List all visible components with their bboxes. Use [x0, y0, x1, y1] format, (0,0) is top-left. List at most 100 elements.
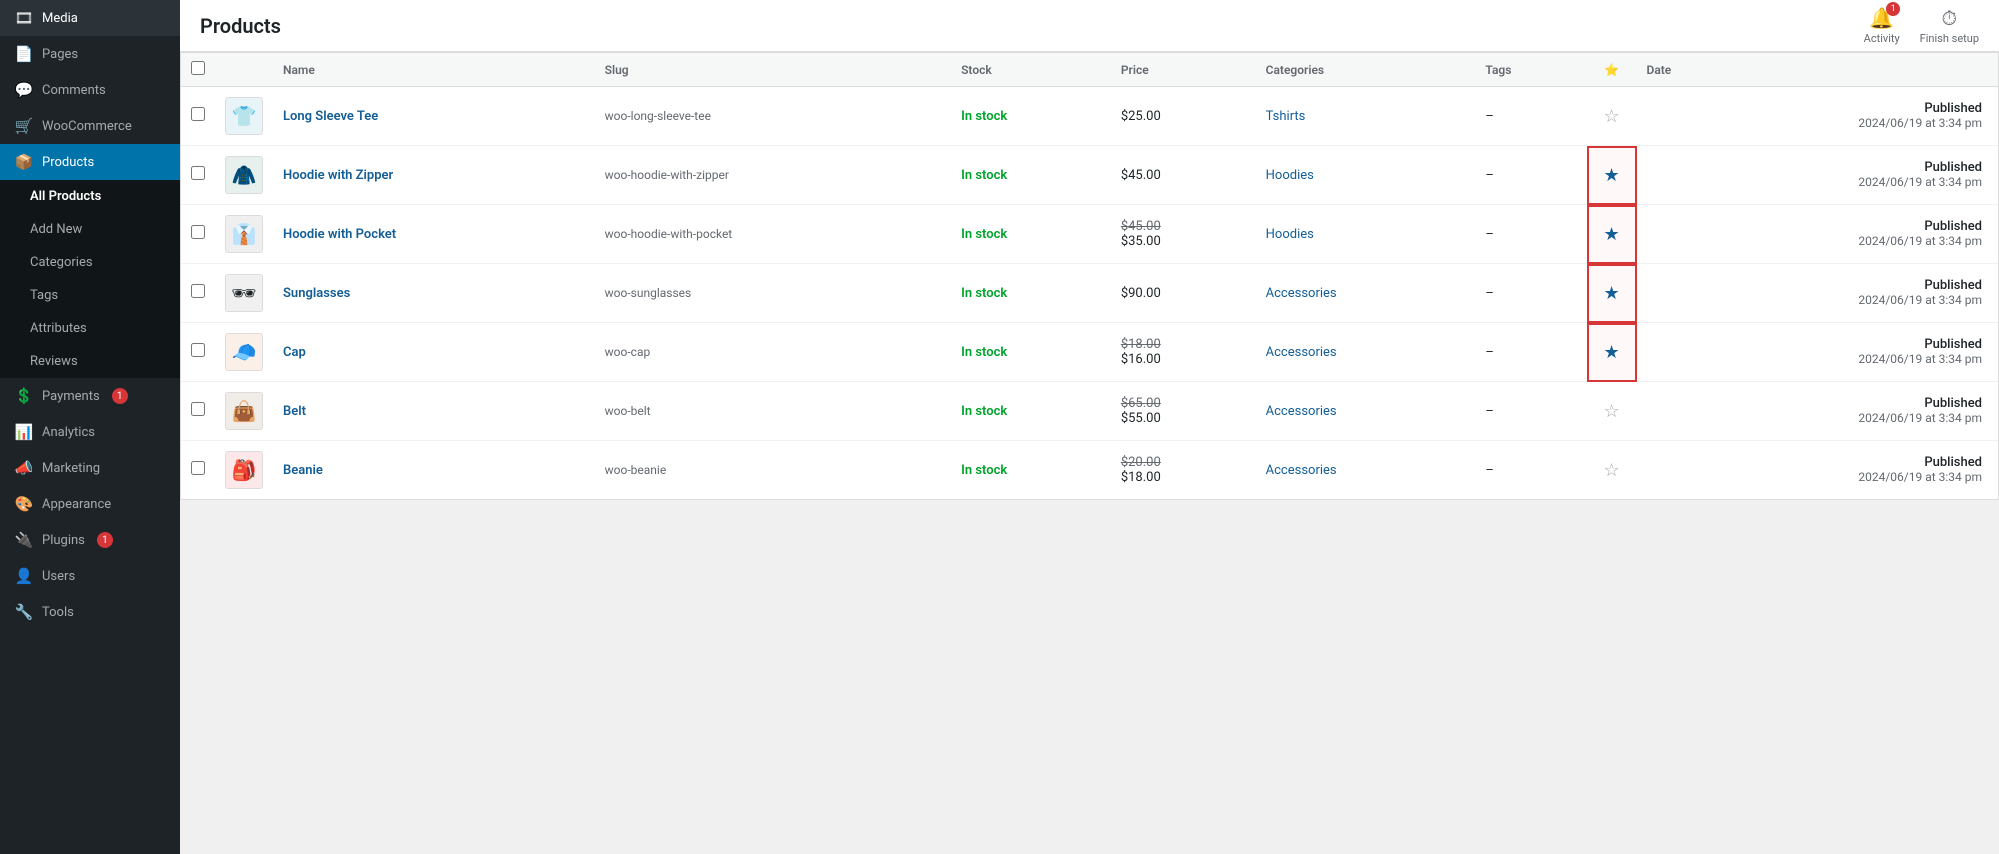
row-thumb-cell: 🕶: [215, 264, 273, 323]
unfeatured-star[interactable]: ☆: [1603, 401, 1619, 422]
featured-star[interactable]: ★: [1603, 224, 1619, 245]
row-checkbox-cell: [181, 441, 215, 500]
submenu-item-attributes[interactable]: Attributes: [0, 312, 180, 345]
sidebar-item-label: Marketing: [42, 461, 100, 476]
price-sale: $35.00: [1121, 234, 1161, 249]
category-link[interactable]: Accessories: [1266, 286, 1337, 301]
row-slug-cell: woo-hoodie-with-pocket: [595, 205, 951, 264]
row-categories-cell: Accessories: [1256, 441, 1476, 500]
sidebar-item-marketing[interactable]: 📣 Marketing: [0, 450, 180, 486]
row-price-cell: $65.00$55.00: [1111, 382, 1256, 441]
row-checkbox[interactable]: [191, 402, 205, 416]
category-link[interactable]: Hoodies: [1266, 168, 1314, 183]
product-name-link[interactable]: Cap: [283, 345, 306, 360]
submenu-item-all-products[interactable]: All Products: [0, 180, 180, 213]
unfeatured-star[interactable]: ☆: [1603, 106, 1619, 127]
sidebar-item-users[interactable]: 👤 Users: [0, 558, 180, 594]
status-text: Published: [1924, 337, 1982, 352]
category-link[interactable]: Hoodies: [1266, 227, 1314, 242]
row-status-cell: Published 2024/06/19 at 3:34 pm: [1637, 264, 1998, 323]
tools-icon: 🔧: [14, 603, 34, 621]
col-stock: Stock: [951, 53, 1111, 87]
finish-setup-button[interactable]: ⏱ Finish setup: [1920, 6, 1979, 45]
category-link[interactable]: Accessories: [1266, 463, 1337, 478]
marketing-icon: 📣: [14, 459, 34, 477]
col-name: Name: [273, 53, 595, 87]
col-featured: ⭐: [1587, 53, 1637, 87]
product-name-link[interactable]: Belt: [283, 404, 306, 419]
product-name-link[interactable]: Long Sleeve Tee: [283, 109, 378, 124]
row-checkbox[interactable]: [191, 225, 205, 239]
comments-icon: 💬: [14, 81, 34, 99]
table-row: 👜 Belt woo-belt In stock $65.00$55.00 Ac…: [181, 382, 1998, 441]
row-checkbox[interactable]: [191, 343, 205, 357]
category-link[interactable]: Tshirts: [1266, 109, 1306, 124]
submenu-item-add-new[interactable]: Add New: [0, 213, 180, 246]
row-checkbox[interactable]: [191, 284, 205, 298]
row-stock-cell: In stock: [951, 382, 1111, 441]
row-tags-cell: –: [1475, 382, 1586, 441]
sidebar-item-products[interactable]: 📦 Products: [0, 144, 180, 180]
row-checkbox[interactable]: [191, 107, 205, 121]
row-name-cell: Sunglasses: [273, 264, 595, 323]
finish-setup-label: Finish setup: [1920, 32, 1979, 45]
sidebar-item-plugins[interactable]: 🔌 Plugins 1: [0, 522, 180, 558]
sidebar-item-payments[interactable]: 💲 Payments 1: [0, 378, 180, 414]
submenu-item-categories[interactable]: Categories: [0, 246, 180, 279]
row-categories-cell: Hoodies: [1256, 146, 1476, 205]
featured-star[interactable]: ★: [1603, 342, 1619, 363]
product-name-link[interactable]: Beanie: [283, 463, 323, 478]
status-date: 2024/06/19 at 3:34 pm: [1858, 411, 1982, 425]
row-name-cell: Belt: [273, 382, 595, 441]
row-slug-cell: woo-long-sleeve-tee: [595, 87, 951, 146]
row-checkbox[interactable]: [191, 166, 205, 180]
row-featured-cell: ★: [1587, 205, 1637, 264]
featured-star[interactable]: ★: [1603, 165, 1619, 186]
row-slug-cell: woo-beanie: [595, 441, 951, 500]
stock-status: In stock: [961, 168, 1007, 183]
product-name-link[interactable]: Hoodie with Zipper: [283, 168, 393, 183]
sidebar-item-media[interactable]: 🎞 Media: [0, 0, 180, 36]
featured-star[interactable]: ★: [1603, 283, 1619, 304]
col-categories: Categories: [1256, 53, 1476, 87]
price-regular: $45.00: [1121, 168, 1161, 183]
activity-label: Activity: [1864, 32, 1900, 45]
row-checkbox-cell: [181, 87, 215, 146]
row-thumb-cell: 🧢: [215, 323, 273, 382]
table-row: 👔 Hoodie with Pocket woo-hoodie-with-poc…: [181, 205, 1998, 264]
submenu-item-reviews[interactable]: Reviews: [0, 345, 180, 378]
row-name-cell: Hoodie with Pocket: [273, 205, 595, 264]
table-row: 🧥 Hoodie with Zipper woo-hoodie-with-zip…: [181, 146, 1998, 205]
unfeatured-star[interactable]: ☆: [1603, 460, 1619, 481]
row-checkbox-cell: [181, 146, 215, 205]
sidebar-item-appearance[interactable]: 🎨 Appearance: [0, 486, 180, 522]
row-name-cell: Cap: [273, 323, 595, 382]
product-name-link[interactable]: Sunglasses: [283, 286, 350, 301]
sidebar-item-label: Products: [42, 155, 94, 170]
sidebar-item-comments[interactable]: 💬 Comments: [0, 72, 180, 108]
status-text: Published: [1924, 160, 1982, 175]
sidebar-item-analytics[interactable]: 📊 Analytics: [0, 414, 180, 450]
product-name-link[interactable]: Hoodie with Pocket: [283, 227, 396, 242]
sidebar-item-tools[interactable]: 🔧 Tools: [0, 594, 180, 630]
row-checkbox[interactable]: [191, 461, 205, 475]
main-area: Products 🔔 1 Activity ⏱ Finish setup: [180, 0, 1999, 854]
sidebar-item-pages[interactable]: 📄 Pages: [0, 36, 180, 72]
table-row: 👕 Long Sleeve Tee woo-long-sleeve-tee In…: [181, 87, 1998, 146]
row-featured-cell: ☆: [1587, 441, 1637, 500]
row-checkbox-cell: [181, 205, 215, 264]
product-thumbnail: 🎒: [225, 451, 263, 489]
page-title: Products: [200, 14, 281, 38]
product-thumbnail: 🧥: [225, 156, 263, 194]
sidebar-item-woocommerce[interactable]: 🛒 WooCommerce: [0, 108, 180, 144]
row-tags-cell: –: [1475, 441, 1586, 500]
submenu-item-tags[interactable]: Tags: [0, 279, 180, 312]
activity-button[interactable]: 🔔 1 Activity: [1864, 6, 1900, 45]
row-price-cell: $45.00: [1111, 146, 1256, 205]
plugins-icon: 🔌: [14, 531, 34, 549]
category-link[interactable]: Accessories: [1266, 345, 1337, 360]
category-link[interactable]: Accessories: [1266, 404, 1337, 419]
select-all-checkbox[interactable]: [191, 61, 205, 75]
price-sale: $16.00: [1121, 352, 1161, 367]
col-checkbox: [181, 53, 215, 87]
